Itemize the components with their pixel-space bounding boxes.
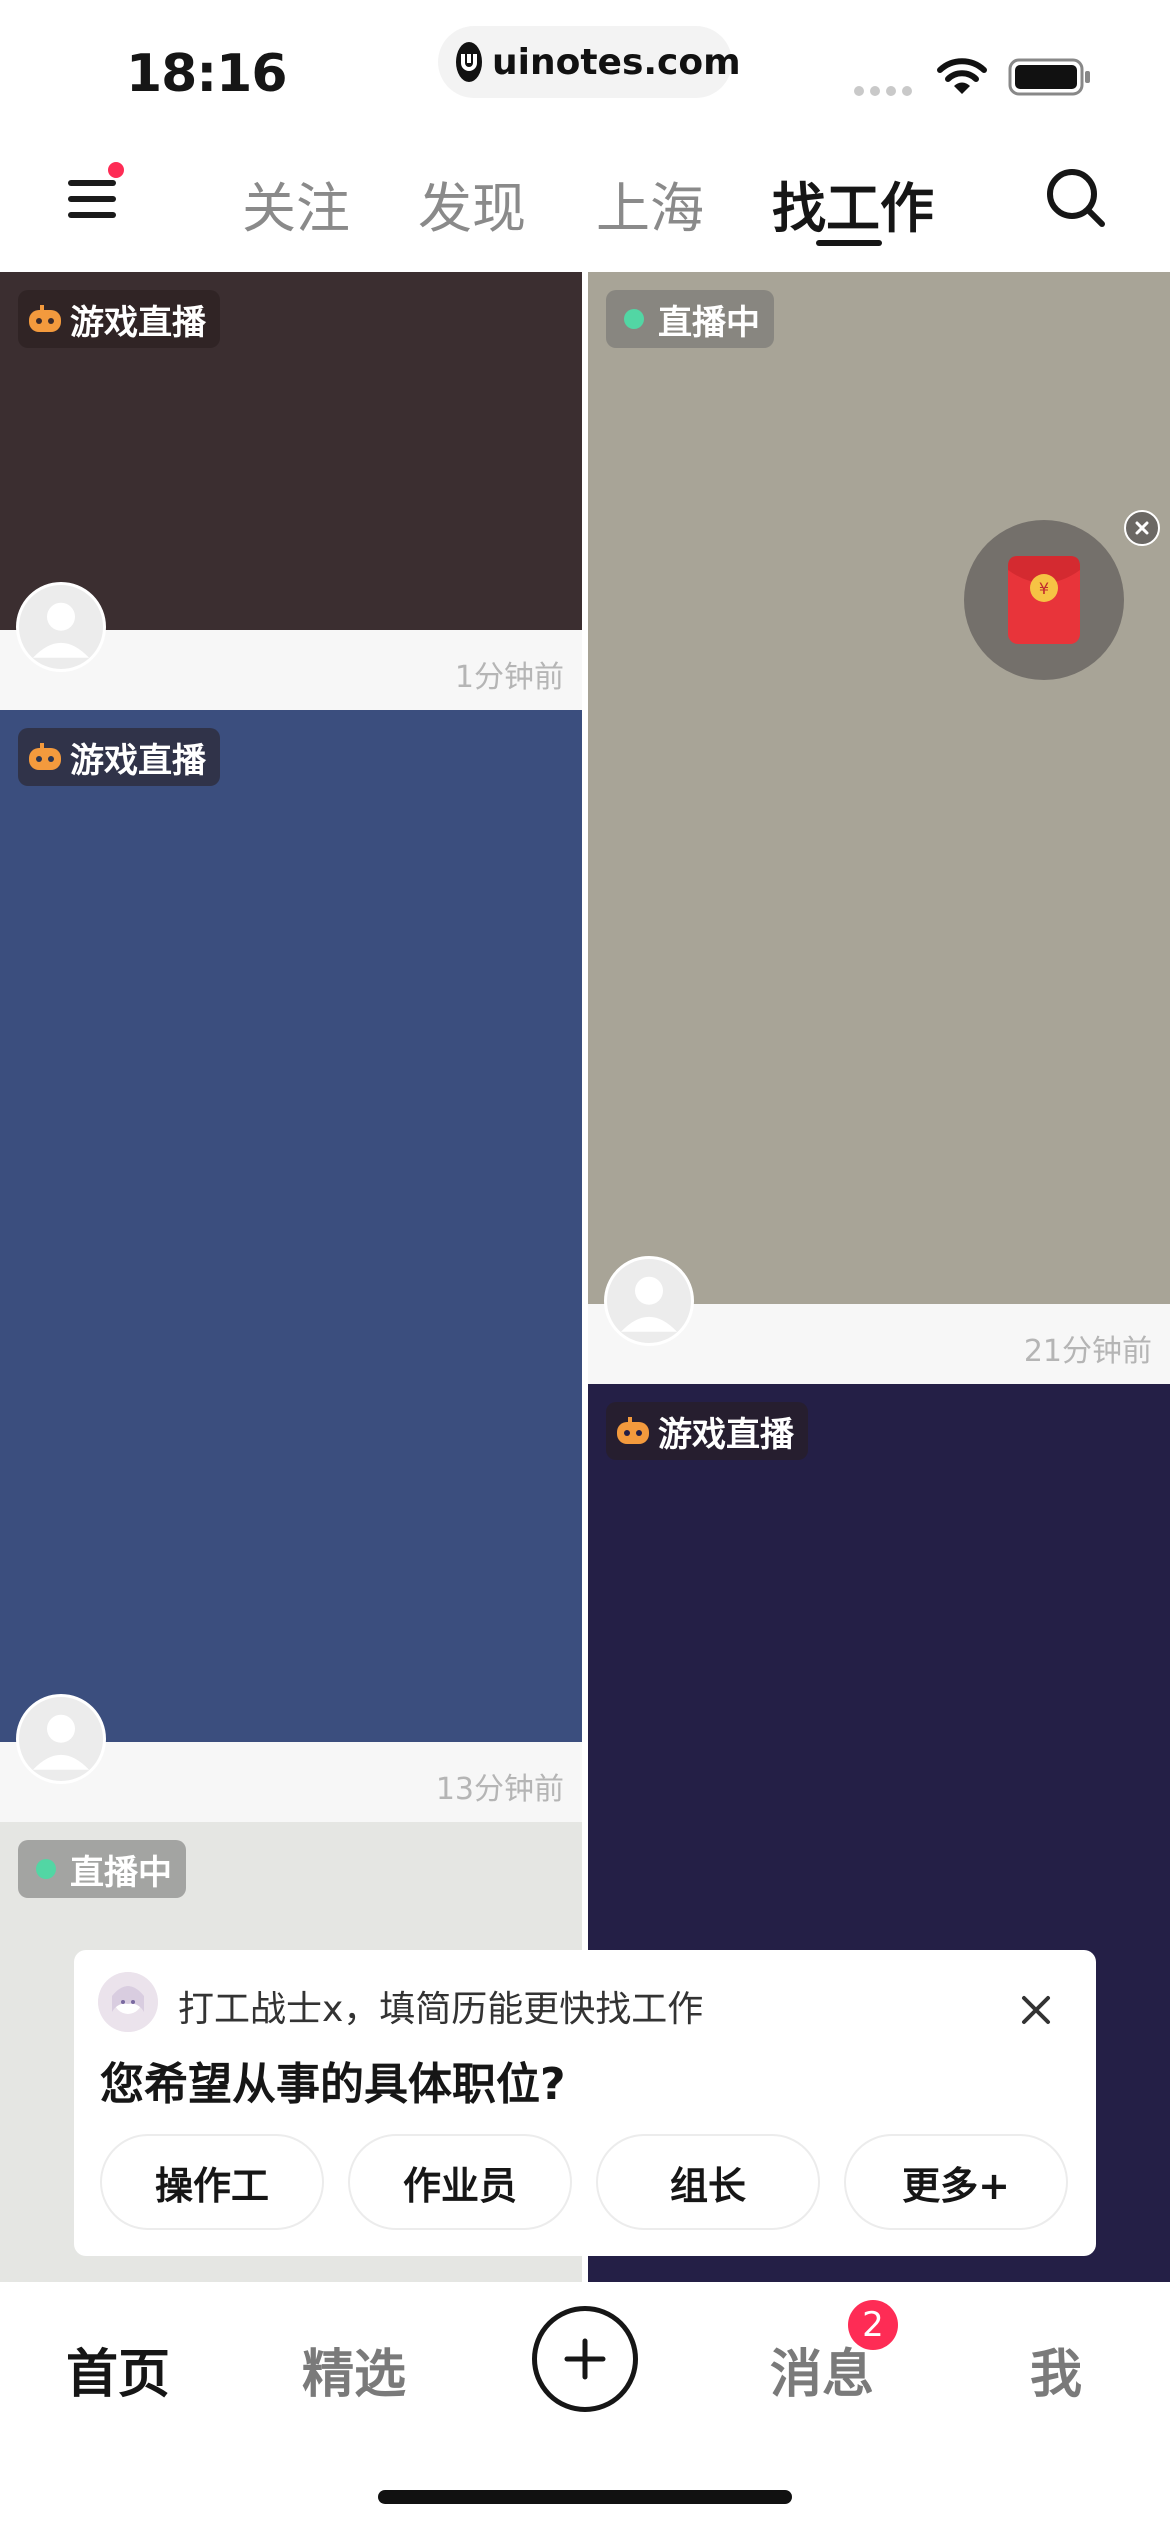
tab-find-job[interactable]: 找工作 xyxy=(772,164,934,243)
red-packet-widget[interactable]: ¥ xyxy=(964,520,1124,680)
red-packet-glyph: ¥ xyxy=(1039,579,1049,598)
job-option-chip[interactable]: 组长 xyxy=(596,2134,820,2230)
wifi-icon xyxy=(937,58,987,94)
job-option-chip[interactable]: 操作工 xyxy=(100,2134,324,2230)
avatar[interactable] xyxy=(16,1694,106,1784)
job-prompt-card: 打工战士x，填简历能更快找工作 您希望从事的具体职位? 操作工 作业员 组长 更… xyxy=(74,1950,1096,2256)
active-tab-indicator xyxy=(816,240,882,246)
url-pill[interactable]: uinotes.com xyxy=(438,26,741,98)
card-time: 21分钟前 xyxy=(1023,1334,1152,1369)
card-cover xyxy=(588,272,1170,1304)
tab-me[interactable]: 我 xyxy=(1030,2332,1082,2407)
card-time: 13分钟前 xyxy=(435,1772,564,1807)
card-cover xyxy=(0,710,582,1742)
badge-label: 直播中 xyxy=(70,1852,172,1893)
badge-label: 游戏直播 xyxy=(658,1414,794,1455)
status-time: 18:16 xyxy=(126,44,288,104)
tab-featured[interactable]: 精选 xyxy=(302,2332,406,2407)
job-avatar xyxy=(98,1972,158,2032)
home-indicator xyxy=(378,2490,792,2504)
badge-label: 直播中 xyxy=(658,302,760,343)
feed-card[interactable]: 1分钟前 游戏直播 xyxy=(0,272,582,710)
gamepad-icon xyxy=(617,1417,649,1444)
url-text: uinotes.com xyxy=(492,41,741,83)
job-option-more-chip[interactable]: 更多+ xyxy=(844,2134,1068,2230)
avatar[interactable] xyxy=(604,1256,694,1346)
live-badge: 直播中 xyxy=(606,290,774,348)
job-prompt-question: 您希望从事的具体职位? xyxy=(100,2059,566,2110)
tab-follow[interactable]: 关注 xyxy=(242,164,350,243)
game-live-badge: 游戏直播 xyxy=(18,728,220,786)
feed-card[interactable]: 21分钟前 直播中 xyxy=(588,272,1170,1384)
battery-icon xyxy=(1008,58,1090,96)
feed-card[interactable]: 13分钟前 游戏直播 xyxy=(0,710,582,1822)
tab-home[interactable]: 首页 xyxy=(66,2332,170,2407)
red-packet-icon: ¥ xyxy=(1008,556,1080,644)
cellular-signal-icon xyxy=(854,86,914,96)
gamepad-icon xyxy=(29,305,61,332)
gamepad-icon xyxy=(29,743,61,770)
tab-discover[interactable]: 发现 xyxy=(418,164,526,243)
job-prompt-subtitle: 打工战士x，填简历能更快找工作 xyxy=(178,1989,704,2030)
live-badge: 直播中 xyxy=(18,1840,186,1898)
plus-icon xyxy=(564,2338,606,2380)
status-bar: 18:16 uinotes.com xyxy=(0,0,1170,130)
close-widget-icon[interactable] xyxy=(1124,510,1160,546)
site-logo-icon xyxy=(456,42,482,82)
top-nav: 关注 发现 上海 找工作 xyxy=(0,130,1170,272)
job-option-chip[interactable]: 作业员 xyxy=(348,2134,572,2230)
card-time: 1分钟前 xyxy=(454,660,564,695)
menu-notification-dot xyxy=(106,160,126,180)
create-button[interactable] xyxy=(532,2306,638,2412)
avatar[interactable] xyxy=(16,582,106,672)
live-dot-icon xyxy=(36,1859,56,1879)
game-live-badge: 游戏直播 xyxy=(18,290,220,348)
search-icon[interactable] xyxy=(1044,166,1108,230)
badge-label: 游戏直播 xyxy=(70,302,206,343)
badge-label: 游戏直播 xyxy=(70,740,206,781)
tab-shanghai[interactable]: 上海 xyxy=(596,164,704,243)
live-dot-icon xyxy=(624,309,644,329)
game-live-badge: 游戏直播 xyxy=(606,1402,808,1460)
message-count-badge: 2 xyxy=(848,2300,898,2350)
close-icon[interactable] xyxy=(1016,1990,1056,2030)
